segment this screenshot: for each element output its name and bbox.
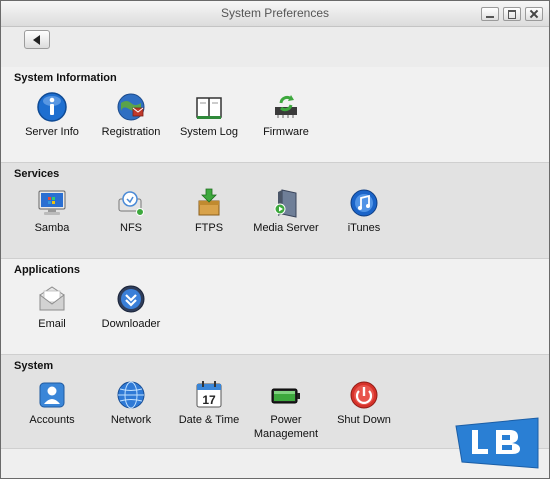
window-title: System Preferences [220, 6, 330, 20]
calendar-icon: 17 [196, 381, 222, 408]
nfs-drive-icon [118, 191, 144, 216]
itunes-icon [350, 189, 378, 217]
minimize-button[interactable] [481, 7, 499, 21]
pref-power-management[interactable]: Power Management [241, 379, 331, 441]
watermark-logo [455, 417, 539, 469]
book-icon [196, 97, 222, 119]
pref-label: Downloader [101, 318, 161, 330]
pref-itunes[interactable]: iTunes [319, 187, 409, 235]
pref-label: Shut Down [337, 414, 391, 426]
ftps-box-icon [198, 188, 220, 216]
pref-label: Media Server [253, 222, 319, 234]
section-system-information: System Information Server Info Registrat… [1, 67, 549, 163]
pref-media-server[interactable]: Media Server [241, 187, 331, 235]
back-button[interactable] [24, 30, 50, 49]
pref-downloader[interactable]: Downloader [86, 283, 176, 331]
firmware-chip-icon [275, 95, 297, 118]
pref-label: Firmware [263, 126, 309, 138]
pref-label: Accounts [29, 414, 75, 426]
user-icon [39, 382, 65, 408]
info-icon [37, 92, 67, 122]
media-server-icon [274, 189, 297, 218]
pref-label: Email [38, 318, 66, 330]
pref-nfs[interactable]: NFS [86, 187, 176, 235]
system-preferences-window: System Preferences System Information Se… [0, 0, 550, 479]
pref-label: NFS [120, 222, 142, 234]
pref-network[interactable]: Network [86, 379, 176, 427]
close-button[interactable] [525, 7, 543, 21]
registration-globe-icon [117, 93, 145, 121]
toolbar [1, 27, 549, 68]
calendar-day: 17 [202, 393, 216, 407]
maximize-button[interactable] [503, 7, 521, 21]
pref-registration[interactable]: Registration [86, 91, 176, 139]
pref-accounts[interactable]: Accounts [7, 379, 97, 427]
pref-email[interactable]: Email [7, 283, 97, 331]
monitor-icon [38, 190, 66, 215]
pref-label: Registration [101, 126, 161, 138]
pref-server-info[interactable]: Server Info [7, 91, 97, 139]
pref-label: Power Management [253, 414, 319, 440]
title-bar[interactable]: System Preferences [1, 1, 549, 27]
pref-label: Server Info [25, 126, 79, 138]
network-globe-icon [117, 381, 145, 409]
battery-icon [271, 388, 300, 404]
section-title: Services [14, 168, 60, 180]
power-icon [350, 381, 378, 409]
section-title: System [14, 360, 54, 372]
section-services: Services Samba NFS FTPS Media Server iTu… [1, 163, 549, 259]
section-title: System Information [14, 72, 117, 84]
pref-samba[interactable]: Samba [7, 187, 97, 235]
download-icon [117, 285, 145, 313]
pref-firmware[interactable]: Firmware [241, 91, 331, 139]
pref-label: Network [110, 414, 152, 426]
pref-label: iTunes [347, 222, 381, 234]
section-applications: Applications Email Downloader [1, 259, 549, 355]
envelope-icon [39, 286, 65, 311]
section-title: Applications [14, 264, 81, 276]
pref-label: Samba [34, 222, 70, 234]
pref-shut-down[interactable]: Shut Down [319, 379, 409, 427]
